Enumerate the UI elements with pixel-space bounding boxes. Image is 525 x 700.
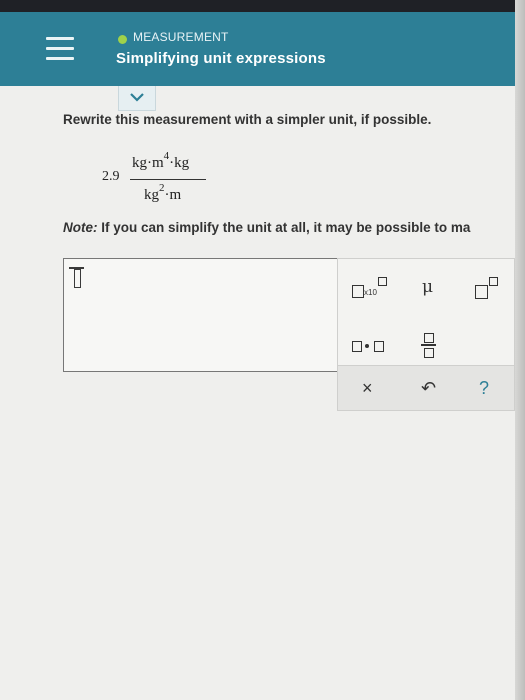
menu-line	[46, 37, 74, 40]
denominator-unit-2: ·m	[164, 187, 182, 203]
text-cursor-icon	[69, 267, 84, 288]
fraction-bar	[130, 179, 206, 180]
device-bezel	[0, 0, 525, 12]
unit-expression: 2.9 kg·m4·kg kg2·m	[98, 145, 228, 215]
app-screen: MEASUREMENT Simplifying unit expressions…	[0, 12, 515, 700]
placeholder-box-icon	[352, 285, 364, 298]
multiply-dot-button[interactable]	[352, 337, 386, 357]
menu-line	[46, 47, 74, 50]
micro-symbol: μ	[422, 277, 434, 297]
note-label: Note:	[63, 220, 98, 235]
numerator-unit: kg·m	[132, 155, 164, 171]
fraction-numerator: kg·m4·kg	[132, 150, 190, 172]
clear-button[interactable]: ×	[362, 378, 373, 399]
status-dot-icon	[118, 35, 127, 44]
coefficient: 2.9	[102, 169, 120, 184]
times-ten-power-button[interactable]: x10	[352, 277, 396, 305]
chevron-down-icon	[130, 93, 144, 102]
micro-prefix-button[interactable]: μ	[418, 273, 442, 301]
hamburger-menu-button[interactable]	[38, 30, 82, 68]
left-box-icon	[352, 341, 362, 352]
page-title: Simplifying unit expressions	[116, 50, 326, 67]
denominator-box-icon	[424, 348, 434, 358]
right-box-icon	[374, 341, 384, 352]
help-button[interactable]: ?	[479, 378, 489, 399]
exponent-box-icon	[378, 277, 387, 286]
action-bar: × ↶ ?	[338, 365, 514, 410]
times-ten-label: x10	[364, 288, 377, 297]
device-edge	[515, 0, 525, 700]
numerator-box-icon	[424, 333, 434, 343]
numerator-exponent: 4	[163, 150, 170, 162]
expand-header-button[interactable]	[118, 86, 156, 111]
fraction-button[interactable]	[420, 331, 440, 361]
base-box-icon	[475, 285, 488, 299]
header-bar: MEASUREMENT Simplifying unit expressions	[0, 12, 515, 86]
denominator-unit: kg	[144, 187, 159, 203]
menu-line	[46, 57, 74, 60]
fraction-line-icon	[421, 344, 436, 346]
question-prompt: Rewrite this measurement with a simpler …	[63, 112, 432, 127]
superscript-box-icon	[489, 277, 498, 286]
math-palette: x10 μ × ↶ ?	[337, 258, 515, 411]
answer-input[interactable]	[63, 258, 341, 372]
dot-operator-icon	[365, 344, 369, 348]
note-body: If you can simplify the unit at all, it …	[101, 220, 471, 235]
topic-category: MEASUREMENT	[133, 30, 229, 44]
denominator-exponent: 2	[159, 182, 165, 194]
note-text: Note: If you can simplify the unit at al…	[63, 220, 470, 235]
fraction-denominator: kg2·m	[144, 182, 182, 204]
numerator-unit-2: ·kg	[169, 155, 190, 171]
exponent-button[interactable]	[475, 277, 501, 305]
undo-button[interactable]: ↶	[421, 378, 436, 399]
